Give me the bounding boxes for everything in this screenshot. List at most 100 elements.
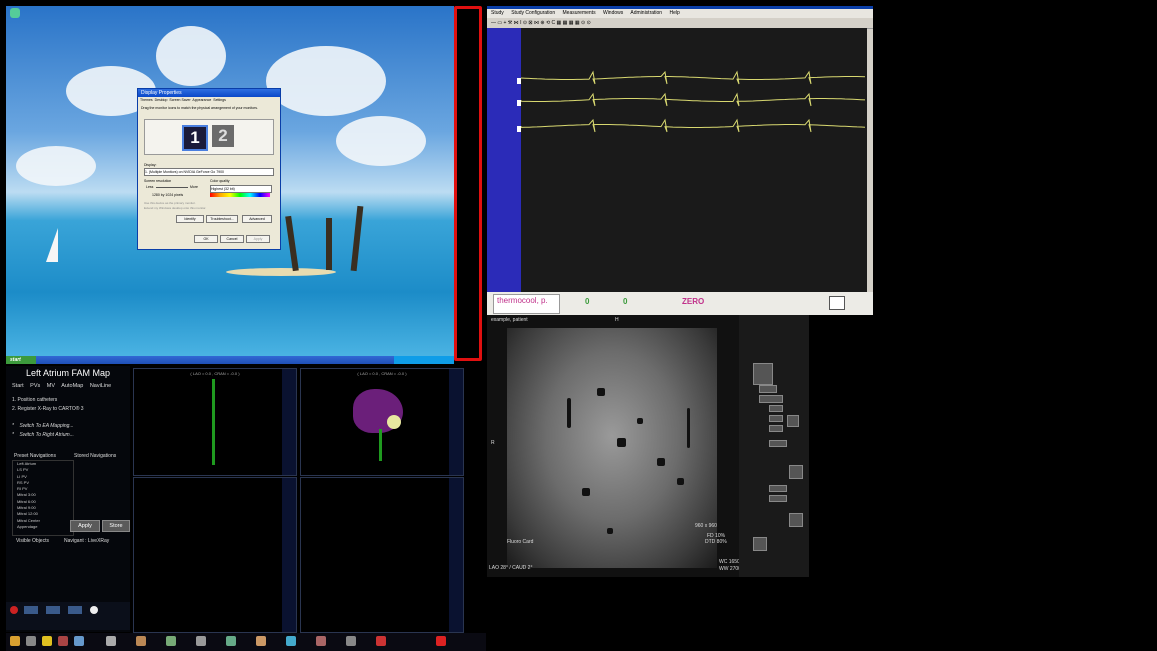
menu-measurements[interactable]: Measurements (563, 10, 596, 16)
app-icon[interactable] (286, 636, 296, 646)
view-toolbar[interactable] (449, 478, 463, 632)
control-button[interactable] (753, 537, 767, 551)
app-icon[interactable] (226, 636, 236, 646)
display-select[interactable]: 1. (Multiple Monitors) on NVIDIA GeForce… (144, 168, 274, 176)
map-view-2[interactable]: ( LAO = 0.0 , CRAN = -0.0 ) (300, 368, 464, 476)
control-field[interactable] (769, 415, 783, 422)
apply-button[interactable]: Apply (246, 235, 270, 243)
tab-screen-saver[interactable]: Screen Saver (169, 98, 190, 102)
cancel-button[interactable]: Cancel (220, 235, 244, 243)
tab-naviline[interactable]: NaviLine (90, 383, 111, 389)
monitor-area (144, 119, 274, 155)
less-label: Less (146, 185, 154, 189)
map-view-1[interactable]: ( LAO = 0.0 , CRAN = -0.0 ) (133, 368, 297, 476)
tab-start[interactable]: Start (12, 383, 24, 389)
app-icon[interactable] (58, 636, 68, 646)
preset-list[interactable]: Left Atrium LS PV LI PV RS PV RI PV Mitr… (12, 460, 74, 536)
control-field[interactable] (769, 485, 787, 492)
tool-icon[interactable] (24, 606, 38, 614)
start-button[interactable]: start (6, 356, 36, 364)
electrode (582, 488, 590, 496)
app-icon[interactable] (74, 636, 84, 646)
tab-automap[interactable]: AutoMap (61, 383, 83, 389)
primary-option[interactable]: Use this device as the primary monitor. (144, 201, 196, 205)
tab-appearance[interactable]: Appearance (192, 98, 211, 102)
orientation-left: R (491, 440, 495, 446)
app-icon[interactable] (256, 636, 266, 646)
control-button[interactable] (789, 465, 803, 479)
apply-button[interactable]: Apply (70, 520, 100, 532)
control-field[interactable] (759, 385, 777, 393)
app-icon[interactable] (376, 636, 386, 646)
control-button[interactable] (787, 415, 799, 427)
app-icon[interactable] (26, 636, 36, 646)
menu-administration[interactable]: Administration (630, 10, 662, 16)
tab-pvs[interactable]: PVs (30, 383, 40, 389)
warning-icon[interactable] (42, 636, 52, 646)
app-icon[interactable] (10, 636, 20, 646)
app-icon[interactable] (346, 636, 356, 646)
identify-button[interactable]: Identify (176, 215, 204, 223)
menu-study-configuration[interactable]: Study Configuration (511, 10, 555, 16)
catheter-shadow (687, 408, 690, 448)
tab-desktop[interactable]: Desktop (155, 98, 168, 102)
display-icon[interactable] (829, 296, 845, 310)
tab-themes[interactable]: Themes (140, 98, 153, 102)
record-icon[interactable] (10, 606, 18, 614)
control-field[interactable] (769, 495, 787, 502)
menu-study[interactable]: Study (491, 10, 504, 16)
app-icon[interactable] (316, 636, 326, 646)
tab-settings[interactable]: Settings (213, 98, 226, 102)
tool-icon[interactable] (46, 606, 60, 614)
switch-ea-link[interactable]: * Switch To EA Mapping... (12, 422, 74, 431)
app-icon[interactable] (196, 636, 206, 646)
control-field[interactable] (759, 395, 783, 403)
visible-objects-label[interactable]: Visible Objects (16, 538, 49, 544)
view-toolbar[interactable] (282, 478, 296, 632)
control-field[interactable] (769, 425, 783, 432)
monitor-1[interactable]: 1 (182, 125, 208, 151)
view-toolbar[interactable] (449, 369, 463, 475)
plus-icon[interactable] (436, 636, 446, 646)
ok-button[interactable]: OK (194, 235, 218, 243)
store-button[interactable]: Store (102, 520, 130, 532)
navigant-label[interactable]: Navigant : LiveXRay (64, 538, 109, 544)
recording-system-window[interactable]: Study Study Configuration Measurements W… (487, 6, 873, 315)
map-view-4[interactable] (300, 477, 464, 633)
display-properties-dialog[interactable]: Display Properties Themes Desktop Screen… (137, 88, 281, 250)
wc-label: WC 1650 (719, 559, 740, 565)
tool-icon[interactable] (68, 606, 82, 614)
resolution-slider[interactable] (156, 187, 188, 188)
extend-option[interactable]: Extend my Windows desktop onto this moni… (144, 206, 206, 210)
status-bar: thermocool, p. 0 0 ZERO (487, 292, 873, 315)
color-select[interactable]: Highest (32 bit) (210, 185, 272, 193)
map-view-3[interactable] (133, 477, 297, 633)
control-button[interactable] (789, 513, 803, 527)
xray-image[interactable] (507, 328, 717, 568)
app-icon[interactable] (136, 636, 146, 646)
tab-mv[interactable]: MV (47, 383, 55, 389)
recycle-bin-icon[interactable] (10, 8, 20, 18)
fluoroscopy-viewer[interactable]: example, patient H R Fluoro Card LAO 28°… (487, 315, 809, 577)
switch-ra-link[interactable]: * Switch To Right Atrium... (12, 431, 74, 440)
advanced-button[interactable]: Advanced (242, 215, 272, 223)
control-button[interactable] (753, 363, 773, 385)
toolbar-icons[interactable]: — ▭ + ⚒ ⋈ I ⊙ ⊠ ⋈ ⊕ ⟲ C ▦ ▦ ▦ ▦ ⊙ ⊙ (491, 20, 591, 26)
app-icon[interactable] (106, 636, 116, 646)
monitor-2[interactable]: 2 (212, 125, 234, 147)
control-field[interactable] (769, 405, 783, 412)
color-bar (210, 193, 270, 197)
step-item[interactable]: 1. Position catheters (12, 396, 84, 405)
zero-label[interactable]: ZERO (682, 297, 704, 306)
step-item[interactable]: 2. Register X-Ray to CARTO® 3 (12, 405, 84, 414)
troubleshoot-button[interactable]: Troubleshoot... (206, 215, 238, 223)
menu-windows[interactable]: Windows (603, 10, 623, 16)
view-toolbar[interactable] (282, 369, 296, 475)
menu-help[interactable]: Help (669, 10, 679, 16)
resolution-label: Screen resolution (144, 179, 172, 183)
ecg-trace-area[interactable] (520, 28, 867, 292)
tool-icon[interactable] (90, 606, 98, 614)
control-field[interactable] (769, 440, 787, 447)
app-icon[interactable] (166, 636, 176, 646)
list-item[interactable]: Appendage (17, 524, 73, 530)
